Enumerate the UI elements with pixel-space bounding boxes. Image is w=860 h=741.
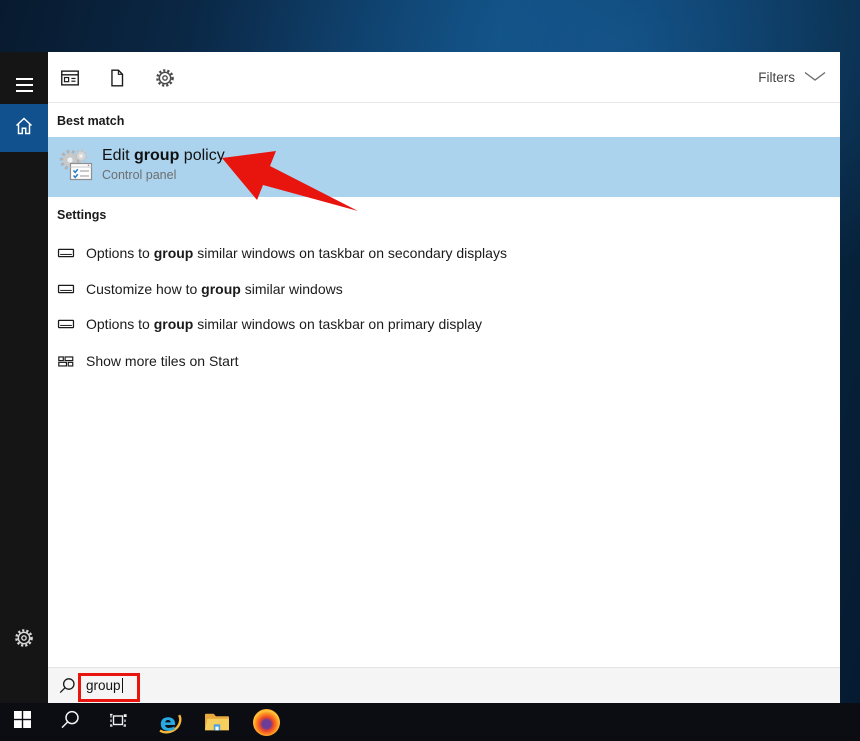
settings-filter-icon[interactable] [154, 67, 176, 89]
setting-result-label: Options to group similar windows on task… [86, 245, 507, 261]
firefox-orb [252, 708, 280, 736]
search-icon [58, 677, 76, 695]
setting-result-row[interactable]: Options to group similar windows on task… [48, 240, 840, 266]
taskbar-setting-icon [57, 315, 75, 333]
setting-result-row[interactable]: Customize how to group similar windows [48, 276, 840, 302]
start-sidebar [0, 52, 48, 703]
windows-logo-icon [13, 711, 31, 733]
firefox-icon[interactable] [246, 703, 286, 741]
gear-icon [13, 627, 35, 654]
setting-result-label: Customize how to group similar windows [86, 281, 343, 297]
search-input[interactable]: group [48, 667, 840, 703]
task-view-button[interactable] [98, 703, 138, 741]
best-match-header: Best match [57, 114, 125, 128]
apps-filter-icon[interactable] [59, 67, 81, 89]
home-icon [12, 114, 36, 143]
result-subtitle: Control panel [102, 168, 177, 182]
text-cursor [121, 678, 123, 693]
result-text: Edit group policy Control panel [102, 145, 225, 182]
sidebar-item-home[interactable] [0, 104, 48, 152]
filters-label: Filters [758, 70, 795, 85]
search-filter-bar: Filters [48, 52, 840, 103]
result-edit-group-policy[interactable]: Edit group policy Control panel [48, 137, 840, 197]
taskbar-search-button[interactable] [50, 703, 90, 741]
documents-filter-icon[interactable] [106, 67, 128, 89]
filters-dropdown[interactable]: Filters [758, 52, 826, 103]
taskbar-setting-icon [57, 280, 75, 298]
search-icon [59, 709, 81, 736]
taskbar: e [0, 703, 860, 741]
settings-section-header: Settings [57, 208, 107, 222]
sidebar-item-settings[interactable] [0, 616, 48, 664]
setting-result-label: Show more tiles on Start [86, 353, 239, 369]
taskbar-setting-icon [57, 244, 75, 262]
result-title: Edit group policy [102, 147, 225, 164]
hamburger-icon [15, 78, 33, 92]
setting-result-row[interactable]: Show more tiles on Start [48, 348, 840, 374]
search-results-panel: Filters Best match Edit group policy Con… [48, 52, 840, 703]
task-view-icon [106, 708, 130, 737]
setting-result-label: Options to group similar windows on task… [86, 316, 483, 332]
group-policy-editor-icon [57, 148, 95, 186]
internet-explorer-icon[interactable]: e [148, 703, 188, 741]
search-query-text: group [86, 678, 123, 693]
svg-text:e: e [160, 707, 177, 736]
chevron-down-icon [804, 69, 826, 87]
menu-button[interactable] [0, 61, 48, 109]
start-button[interactable] [2, 703, 42, 741]
tiles-setting-icon [57, 352, 75, 370]
file-explorer-icon[interactable] [197, 703, 237, 741]
setting-result-row[interactable]: Options to group similar windows on task… [48, 311, 840, 337]
